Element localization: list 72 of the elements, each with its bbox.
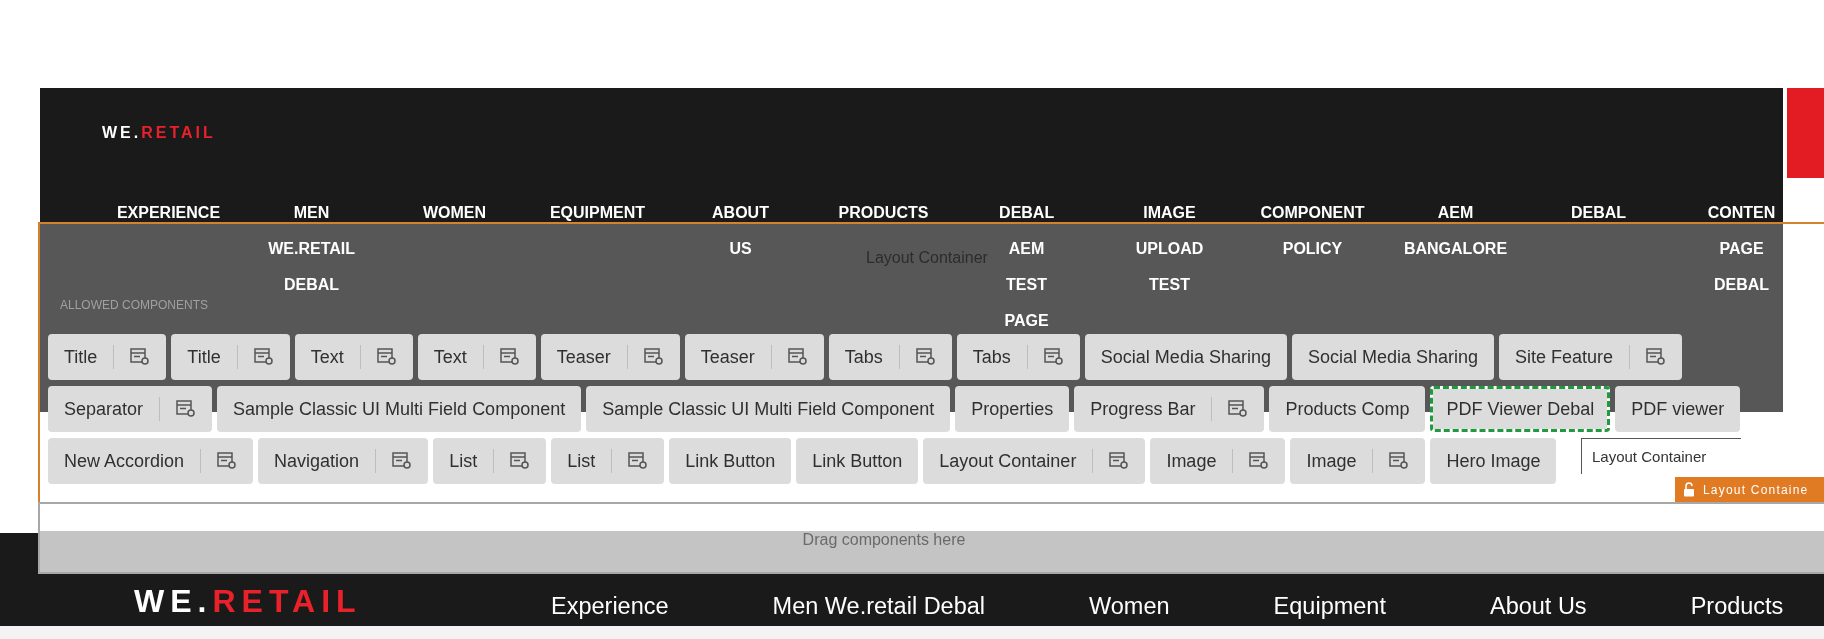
component-chip[interactable]: Sample Classic UI Multi Field Component — [586, 386, 951, 432]
list-gear-icon — [643, 348, 664, 366]
tooltip: Layout Container — [1581, 438, 1741, 474]
list-gear-icon — [217, 452, 238, 470]
component-chip[interactable]: Social Media Sharing — [1084, 334, 1287, 380]
component-chip[interactable]: Sample Classic UI Multi Field Component — [217, 386, 582, 432]
component-chip[interactable]: Social Media Sharing — [1291, 334, 1495, 380]
list-gear-icon — [376, 348, 397, 366]
list-gear-icon — [510, 452, 531, 470]
component-chip[interactable]: List — [433, 438, 547, 484]
component-chip[interactable]: Tabs — [828, 334, 952, 380]
list-gear-icon — [392, 452, 413, 470]
nav-link[interactable]: EXPERIENCE — [116, 195, 221, 231]
component-chip[interactable]: Image — [1290, 438, 1426, 484]
component-chip[interactable]: Navigation — [258, 438, 429, 484]
footer-nav-link[interactable]: Experience — [551, 593, 669, 620]
component-chip[interactable]: Properties — [955, 386, 1070, 432]
logo[interactable]: WE.RETAIL — [102, 124, 1783, 142]
list-gear-icon — [1228, 400, 1249, 418]
list-gear-icon — [130, 348, 151, 366]
component-chip[interactable]: Separator — [48, 386, 213, 432]
list-gear-icon — [1043, 348, 1064, 366]
lock-icon — [1683, 482, 1695, 497]
list-gear-icon — [253, 348, 274, 366]
component-chip[interactable]: Products Comp — [1269, 386, 1426, 432]
drop-placeholder: Drag components here — [802, 531, 966, 549]
list-gear-icon — [1109, 452, 1130, 470]
component-chip[interactable]: Teaser — [684, 334, 824, 380]
component-chip[interactable]: Tabs — [956, 334, 1080, 380]
list-gear-icon — [628, 452, 649, 470]
footer-nav-link[interactable]: Equipment — [1273, 593, 1386, 620]
nav-link[interactable]: AEM BANGALORE — [1403, 195, 1508, 267]
component-chip[interactable]: Progress Bar — [1074, 386, 1265, 432]
component-chip[interactable]: New Accordion — [48, 438, 254, 484]
nav-link[interactable]: DEBAL — [1570, 195, 1627, 231]
badge-label: Layout Containe — [1703, 482, 1809, 497]
allowed-components-label: ALLOWED COMPONENTS — [60, 297, 209, 313]
component-chip[interactable]: Title — [171, 334, 290, 380]
list-gear-icon — [499, 348, 520, 366]
list-gear-icon — [1249, 452, 1270, 470]
component-chip[interactable]: Site Feature — [1499, 334, 1683, 380]
layout-container-overlay[interactable] — [38, 222, 1824, 502]
list-gear-icon — [1646, 348, 1667, 366]
component-chip[interactable]: Text — [417, 334, 536, 380]
footer-nav-link[interactable]: Men We.retail Debal — [772, 593, 986, 620]
logo[interactable]: WE.RETAIL — [134, 583, 551, 620]
component-chip[interactable]: Teaser — [540, 334, 680, 380]
component-chip[interactable]: PDF viewer — [1615, 386, 1741, 432]
nav-link[interactable]: CONTEN PAGE DEBAL — [1707, 195, 1776, 303]
component-chip[interactable]: Hero Image — [1430, 438, 1557, 484]
component-chip[interactable]: Image — [1150, 438, 1286, 484]
list-gear-icon — [1389, 452, 1410, 470]
footer-nav-link[interactable]: Products — [1690, 593, 1784, 620]
component-chip[interactable]: PDF Viewer Debal — [1430, 386, 1611, 432]
nav-link[interactable]: EQUIPMENT — [549, 195, 646, 231]
component-chip[interactable]: List — [551, 438, 665, 484]
list-gear-icon — [787, 348, 808, 366]
component-chip[interactable]: Link Button — [796, 438, 919, 484]
footer-nav-link[interactable]: Women — [1089, 593, 1170, 620]
nav-link[interactable]: MEN WE.RETAIL DEBAL — [268, 195, 355, 303]
nav-link[interactable]: ABOUT US — [712, 195, 769, 267]
nav-link[interactable]: IMAGE UPLOAD TEST — [1135, 195, 1204, 303]
component-chip[interactable]: Link Button — [669, 438, 792, 484]
nav-link[interactable]: WOMEN — [422, 195, 487, 231]
footer-nav-link[interactable]: About Us — [1489, 593, 1587, 620]
list-gear-icon — [176, 400, 197, 418]
component-chip[interactable]: Title — [48, 334, 167, 380]
list-gear-icon — [915, 348, 936, 366]
component-chip[interactable]: Text — [294, 334, 413, 380]
nav-link[interactable]: PRODUCTS — [838, 195, 929, 231]
component-chip[interactable]: Layout Container — [923, 438, 1146, 484]
nav-link[interactable]: COMPONENT POLICY — [1260, 195, 1365, 267]
